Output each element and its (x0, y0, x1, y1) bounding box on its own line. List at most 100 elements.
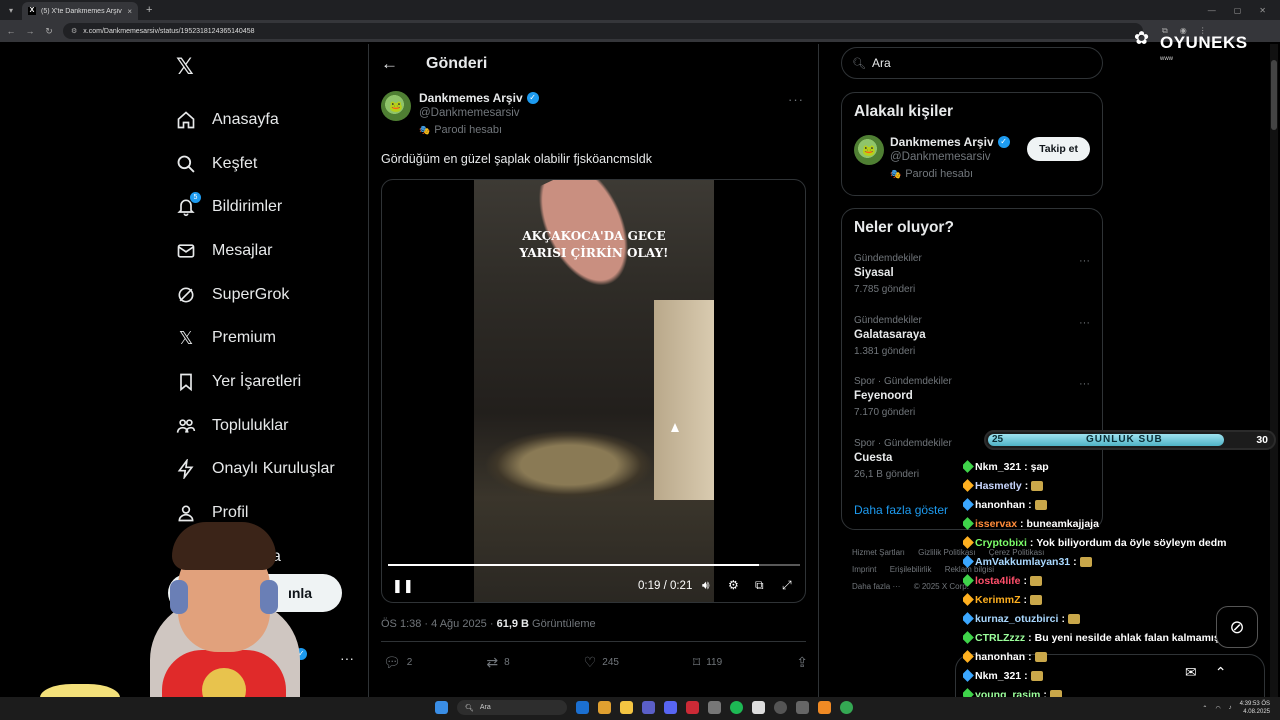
forward-nav-icon[interactable]: → (25, 26, 35, 36)
cloud-icon[interactable] (818, 701, 831, 714)
related-person[interactable]: 🐸 Dankmemes Arşiv ✓ @Dankmemesarsiv 🎭 Pa… (842, 135, 1102, 180)
reply-button[interactable]: 💬︎ 2 (383, 654, 412, 671)
trend-more-icon[interactable]: ··· (1079, 317, 1090, 329)
chat-username[interactable]: Cryptobixi (975, 537, 1027, 549)
nav-premium[interactable]: 𝕏 Premium (176, 316, 335, 360)
back-nav-icon[interactable]: ← (6, 26, 16, 36)
minimize-icon[interactable]: — (1208, 6, 1216, 15)
new-tab-icon[interactable]: + (146, 4, 152, 16)
nav-bookmarks[interactable]: Yer İşaretleri (176, 360, 335, 404)
site-info-icon[interactable]: ⚙ (71, 27, 77, 35)
related-avatar[interactable]: 🐸 (854, 135, 884, 165)
chat-username[interactable]: Hasmetly (975, 480, 1022, 492)
reply-icon: 💬︎ (383, 654, 401, 670)
share-button[interactable]: ⇪ (796, 654, 808, 671)
speaker-icon[interactable]: ♪ (1229, 705, 1232, 711)
like-button[interactable]: ♡ 245 (584, 654, 619, 671)
footer-link[interactable]: Imprint (852, 565, 876, 574)
chat-badge-icon (963, 650, 974, 663)
nav-communities[interactable]: Topluluklar (176, 404, 335, 448)
repost-button[interactable]: ⇄ 8 (486, 654, 509, 671)
start-icon[interactable] (435, 701, 448, 714)
address-bar[interactable]: ⚙ x.com/Dankmemesarsiv/status/1952318124… (63, 23, 1143, 39)
app-icon[interactable] (796, 701, 809, 714)
video-player[interactable]: AKÇAKOCA'DA GECE YARISI ÇİRKİN OLAY! ❚❚ … (381, 179, 806, 603)
reload-icon[interactable]: ↻ (44, 26, 54, 37)
wifi-icon[interactable]: ◠ (1215, 705, 1220, 712)
chat-username[interactable]: kurnaz_otuzbirci (975, 613, 1058, 625)
taskbar-search[interactable]: 🔍︎ Ara (457, 700, 567, 715)
expand-drawer-icon[interactable]: ⌃ (1215, 664, 1227, 681)
nav-messages[interactable]: Mesajlar (176, 229, 335, 273)
back-arrow-icon[interactable]: ← (381, 54, 398, 74)
footer-link[interactable]: Daha fazla ··· (852, 582, 900, 591)
post-timestamp[interactable]: ÖS 1:38 · 4 Ağu 2025 · (381, 618, 497, 630)
clock-date: 4.08.2025 (1243, 709, 1270, 715)
clock[interactable]: 4:39:53 ÖS 4.08.2025 (1240, 700, 1270, 716)
search-input[interactable]: 🔍︎ Ara (841, 47, 1103, 79)
trend-item[interactable]: Gündemdekiler Siyasal 7.785 gönderi ··· (842, 247, 1102, 309)
chat-username[interactable]: AmVakkumlayan31 (975, 556, 1070, 568)
author-name-row[interactable]: Dankmemes Arşiv ✓ (419, 91, 539, 105)
volume-icon[interactable]: 🔊︎ (702, 578, 710, 593)
close-window-icon[interactable]: ✕ (1259, 6, 1266, 15)
post-more-icon[interactable]: ··· (788, 92, 804, 107)
chat-username[interactable]: losta4life (975, 575, 1021, 587)
pip-icon[interactable]: ⧉ (755, 578, 764, 593)
related-handle: @Dankmemesarsiv (890, 151, 991, 163)
tray-chevron-icon[interactable]: ⌃ (1202, 705, 1207, 712)
discord-icon[interactable] (664, 701, 677, 714)
bell-icon: 5 (176, 192, 201, 217)
chat-username[interactable]: hanonhan (975, 499, 1025, 511)
tab-close-icon[interactable]: × (127, 7, 132, 16)
x-logo-icon[interactable]: 𝕏 (176, 54, 194, 80)
chat-message: KerimmZ: (963, 590, 1263, 609)
trend-more-icon[interactable]: ··· (1079, 255, 1090, 267)
video-progress-bar[interactable] (388, 564, 800, 566)
trend-more-icon[interactable]: ··· (1079, 378, 1090, 390)
chat-username[interactable]: KerimmZ (975, 594, 1021, 606)
tab-search-icon[interactable]: ▾ (0, 0, 22, 20)
follow-button[interactable]: Takip et (1027, 137, 1090, 161)
scrollbar-thumb[interactable] (1271, 60, 1277, 130)
chrome-icon[interactable] (840, 701, 853, 714)
compose-message-icon[interactable]: ✉ (1185, 664, 1197, 681)
app-icon[interactable] (708, 701, 721, 714)
account-more-icon[interactable]: ··· (340, 650, 354, 666)
chat-username[interactable]: hanonhan (975, 651, 1025, 663)
browser-tab[interactable]: X (5) X'te Dankmemes Arşiv × (22, 2, 138, 20)
settings-icon[interactable]: ⚙ (728, 578, 739, 592)
author-handle[interactable]: @Dankmemesarsiv (419, 107, 539, 119)
maximize-icon[interactable]: ▢ (1234, 6, 1242, 15)
copilot-icon[interactable] (642, 701, 655, 714)
footer-link[interactable]: Erişilebilirlik (890, 565, 932, 574)
nav-explore[interactable]: Keşfet (176, 142, 335, 186)
obs-icon[interactable] (774, 701, 787, 714)
nav-notifications[interactable]: 5 Bildirimler (176, 185, 335, 229)
edge-icon[interactable] (576, 701, 589, 714)
trend-item[interactable]: Gündemdekiler Galatasaraya 1.381 gönderi… (842, 309, 1102, 371)
spotify-icon[interactable] (730, 701, 743, 714)
grok-floating-button[interactable]: ⊘ (1216, 606, 1258, 648)
nav-home[interactable]: Anasayfa (176, 98, 335, 142)
fullscreen-icon[interactable]: ⤢ (782, 578, 792, 593)
chat-username[interactable]: Nkm_321 (975, 670, 1021, 682)
footer-link[interactable]: Hizmet Şartları (852, 548, 905, 557)
notepad-icon[interactable] (752, 701, 765, 714)
app-icon[interactable] (686, 701, 699, 714)
bookmark-button[interactable]: ⌑ 119 (693, 654, 722, 671)
nav-verified-orgs[interactable]: Onaylı Kuruluşlar (176, 448, 335, 492)
chat-username[interactable]: CTRLZzzz (975, 632, 1025, 644)
chat-emote-icon (1034, 499, 1047, 510)
nav-supergrok[interactable]: SuperGrok (176, 273, 335, 317)
chat-separator: : (1020, 517, 1024, 530)
chat-username[interactable]: Nkm_321 (975, 461, 1021, 473)
chat-username[interactable]: isservax (975, 518, 1017, 530)
trend-item[interactable]: Spor · Gündemdekiler Feyenoord 7.170 gön… (842, 370, 1102, 432)
pause-icon[interactable]: ❚❚ (392, 578, 414, 594)
chrome-icon[interactable] (598, 701, 611, 714)
author-avatar[interactable]: 🐸 (381, 91, 411, 121)
explorer-icon[interactable] (620, 701, 633, 714)
view-count: 61,9 B (496, 618, 529, 630)
page-scrollbar[interactable] (1270, 44, 1278, 704)
